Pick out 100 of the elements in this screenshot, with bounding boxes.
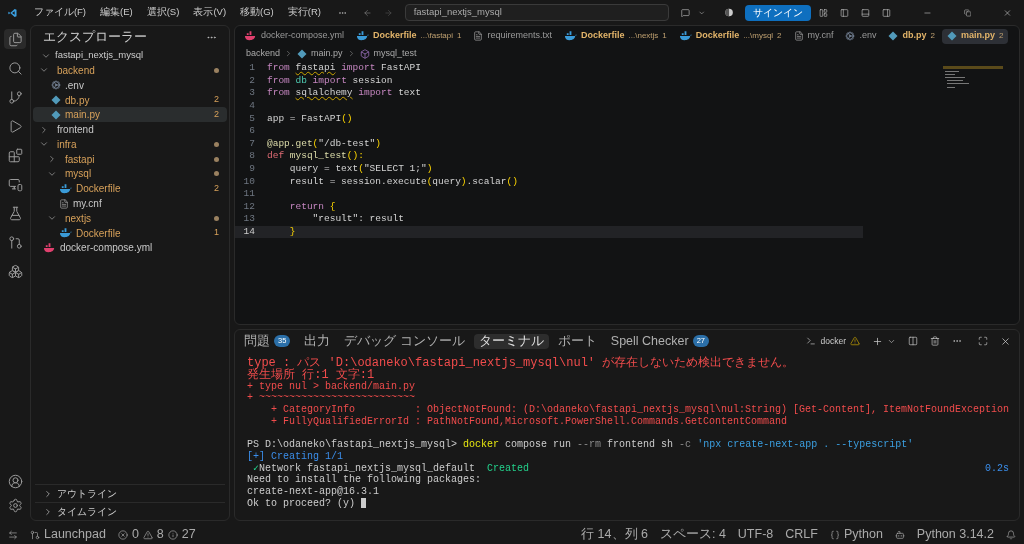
line-number: 11 (242, 187, 256, 202)
maximize-icon[interactable] (978, 336, 988, 346)
command-center[interactable]: fastapi_nextjs_mysql (404, 4, 669, 21)
source-control-icon[interactable] (7, 89, 23, 105)
workspace-item[interactable]: fastapi_nextjs_mysql (33, 48, 227, 63)
editor-tab[interactable]: .env (840, 28, 882, 44)
warning-icon (850, 336, 860, 346)
breadcrumb[interactable]: backend (246, 46, 281, 61)
tree-item[interactable]: .env (33, 77, 227, 93)
pull-request-icon[interactable] (7, 234, 23, 250)
file-name: nextjs (65, 211, 92, 226)
language-mode[interactable]: Python (829, 525, 883, 544)
launchpad-item[interactable]: Launchpad (30, 525, 106, 544)
editor-tab[interactable]: Dockerfile ...\mysql 2 (673, 28, 787, 44)
toggle-panel-icon[interactable] (860, 6, 870, 19)
restore-icon[interactable] (963, 7, 972, 18)
menu-item[interactable]: 表示(V) (188, 5, 232, 20)
tree-item[interactable]: docker-compose.yml (33, 240, 227, 256)
panel-tab[interactable]: ターミナル (473, 333, 549, 349)
menu-item[interactable]: 編集(E) (95, 5, 138, 20)
editor-tab[interactable]: main.py 2 (941, 28, 1009, 44)
problem-count: 2 (214, 108, 219, 122)
python-icon (888, 31, 899, 41)
layout-icon[interactable] (819, 6, 829, 19)
terminal-line: Ok to proceed? (y) (247, 496, 357, 511)
breadcrumb[interactable]: main.py (297, 46, 343, 61)
close-icon[interactable] (1000, 335, 1011, 347)
status-item[interactable]: 行 14、列 6 (581, 525, 648, 544)
code-line: from sqlalchemy import text (267, 86, 421, 101)
breadcrumb[interactable]: mysql_test (359, 46, 417, 61)
editor-tab[interactable]: requirements.txt (468, 28, 557, 44)
panel-tab[interactable]: ポート (552, 333, 602, 349)
editor-tab[interactable]: Dockerfile ...\fastapi 1 (351, 28, 467, 44)
panel-tab[interactable]: 出力 (299, 333, 336, 349)
braces-icon (829, 529, 840, 540)
bell-icon[interactable] (1006, 529, 1016, 540)
account-circle-icon[interactable] (725, 7, 734, 18)
status-item[interactable]: CRLF (785, 525, 818, 544)
remote-icon[interactable] (8, 529, 18, 540)
terminal-line: 発生場所 行:1 文字:1 (247, 367, 375, 382)
line-number: 10 (242, 174, 256, 189)
gear-icon (845, 31, 856, 41)
toggle-sidebar-icon[interactable] (840, 6, 849, 19)
tree-item[interactable]: mysql (33, 166, 227, 182)
python-icon (297, 48, 308, 59)
terminal-line: [+] Creating 1/1 (247, 449, 343, 463)
editor-tab[interactable]: db.py 2 (883, 28, 940, 44)
remote-monitor-icon[interactable] (7, 176, 23, 192)
code-line: "result": result (311, 212, 404, 227)
menu-item[interactable]: 移動(G) (235, 5, 279, 20)
toggle-secondary-sidebar-icon[interactable] (881, 6, 891, 19)
editor-tab[interactable]: docker-compose.yml (239, 28, 350, 44)
tree-item[interactable]: Dockerfile 2 (33, 181, 227, 197)
tree-item[interactable]: db.py 2 (33, 92, 227, 108)
tree-item[interactable]: frontend (33, 122, 227, 137)
trash-icon[interactable] (930, 336, 940, 346)
add-icon[interactable] (872, 335, 883, 347)
tree-item[interactable]: fastapi (33, 151, 227, 167)
line-number: 9 (248, 161, 256, 176)
menu-item[interactable]: 選択(S) (141, 5, 185, 20)
interpreter-item[interactable]: Python 3.14.2 (916, 525, 994, 544)
tree-item[interactable]: Dockerfile 1 (33, 225, 227, 241)
status-item[interactable]: UTF-8 (737, 525, 774, 544)
problems-item[interactable]: 0 8 27 (117, 525, 196, 544)
file-name: backend (57, 63, 95, 78)
panel-tab[interactable]: デバッグ コンソール (339, 333, 470, 349)
terminal-selector[interactable]: docker (806, 334, 860, 348)
account-icon[interactable] (7, 474, 23, 489)
search-icon[interactable] (7, 60, 23, 76)
status-item[interactable]: スペース: 4 (659, 525, 726, 544)
settings-icon[interactable] (7, 498, 23, 513)
tree-item[interactable]: main.py 2 (33, 107, 227, 123)
menu-item[interactable]: 実行(R) (282, 5, 326, 20)
section-header[interactable]: タイムライン (35, 502, 225, 520)
file-name: mysql (65, 167, 92, 182)
launchpad-icon (30, 529, 40, 540)
code-line: from db import session (267, 73, 393, 88)
chat-icon[interactable] (680, 6, 690, 19)
tree-item[interactable]: infra (33, 137, 227, 152)
editor-tab[interactable]: my.cnf (788, 28, 839, 44)
editor-tab[interactable]: Dockerfile ...\nextjs 1 (559, 28, 672, 44)
line-number: 3 (248, 86, 256, 101)
section-header[interactable]: アウトライン (35, 484, 225, 502)
menu-item[interactable]: ファイル(F) (28, 5, 92, 20)
sign-in-button[interactable]: サインイン (745, 4, 812, 21)
container-icon[interactable] (7, 263, 23, 279)
tree-item[interactable]: my.cnf (33, 196, 227, 211)
terminal-line: + ~~~~~~~~~~~~~~~~~~~~~~~~~~ (247, 391, 416, 404)
whale-icon (59, 228, 72, 239)
problem-count: 1 (214, 226, 219, 240)
file-name: Dockerfile (76, 226, 121, 241)
run-debug-icon[interactable] (7, 118, 23, 134)
tree-item[interactable]: nextjs (33, 210, 227, 226)
split-terminal-icon[interactable] (908, 336, 918, 346)
extensions-icon[interactable] (7, 147, 23, 163)
tree-item[interactable]: backend (33, 63, 227, 78)
flask-icon[interactable] (7, 205, 23, 221)
line-number: 1 (248, 61, 256, 76)
copilot-icon[interactable] (894, 529, 905, 540)
files-icon[interactable] (7, 31, 23, 47)
